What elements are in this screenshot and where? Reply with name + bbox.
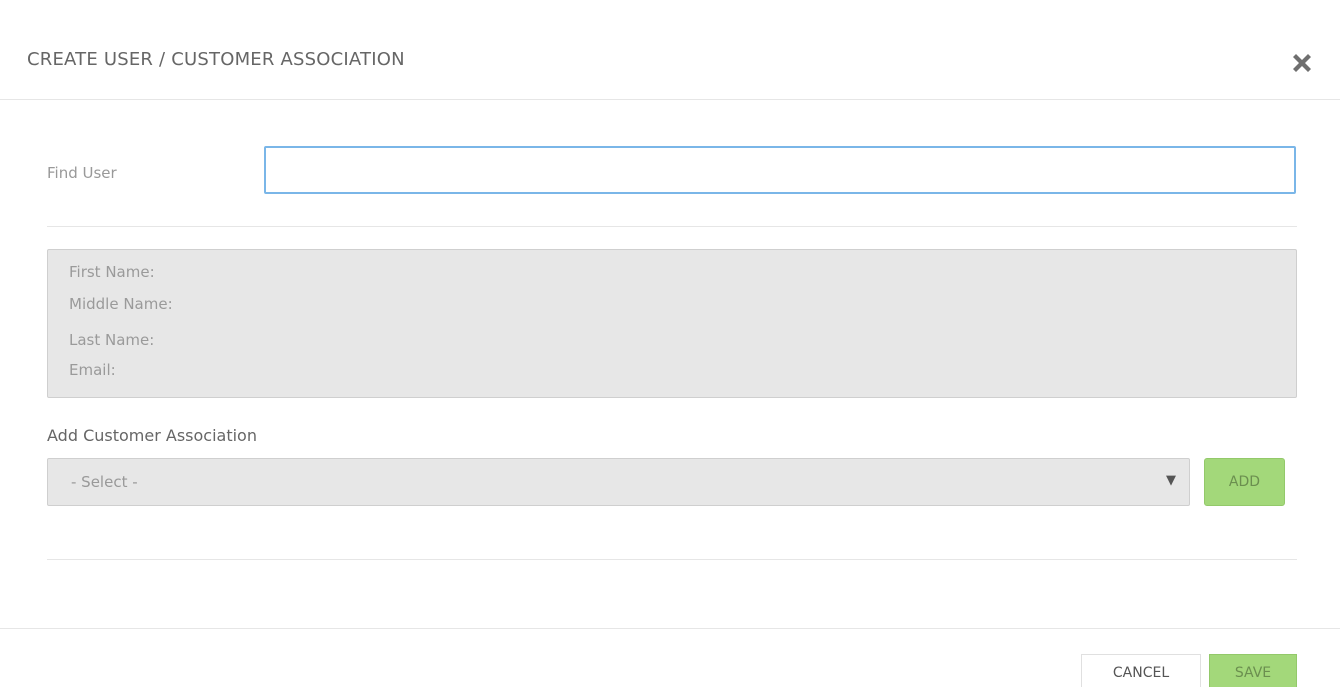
- middle-name-label: Middle Name:: [69, 295, 173, 313]
- user-details-panel: First Name: Middle Name: Last Name: Emai…: [47, 249, 1297, 398]
- customer-select[interactable]: - Select - ▼: [47, 458, 1190, 506]
- close-button[interactable]: [1289, 50, 1315, 76]
- create-association-modal: CREATE USER / CUSTOMER ASSOCIATION Find …: [0, 0, 1340, 687]
- divider: [47, 226, 1297, 227]
- find-user-input[interactable]: [264, 146, 1296, 194]
- save-button[interactable]: SAVE: [1209, 654, 1297, 687]
- first-name-label: First Name:: [69, 263, 155, 281]
- customer-select-value: - Select -: [71, 473, 138, 491]
- find-user-row: Find User: [0, 100, 1340, 226]
- close-icon: [1293, 54, 1311, 72]
- footer-divider: [0, 628, 1340, 629]
- modal-title: CREATE USER / CUSTOMER ASSOCIATION: [27, 49, 405, 70]
- caret-down-icon: ▼: [1166, 473, 1176, 488]
- divider: [47, 559, 1297, 560]
- find-user-label: Find User: [47, 164, 117, 182]
- cancel-button[interactable]: CANCEL: [1081, 654, 1201, 687]
- email-label: Email:: [69, 361, 116, 379]
- add-customer-association-label: Add Customer Association: [47, 426, 257, 445]
- add-button[interactable]: ADD: [1204, 458, 1285, 506]
- modal-header: CREATE USER / CUSTOMER ASSOCIATION: [0, 0, 1340, 100]
- last-name-label: Last Name:: [69, 331, 155, 349]
